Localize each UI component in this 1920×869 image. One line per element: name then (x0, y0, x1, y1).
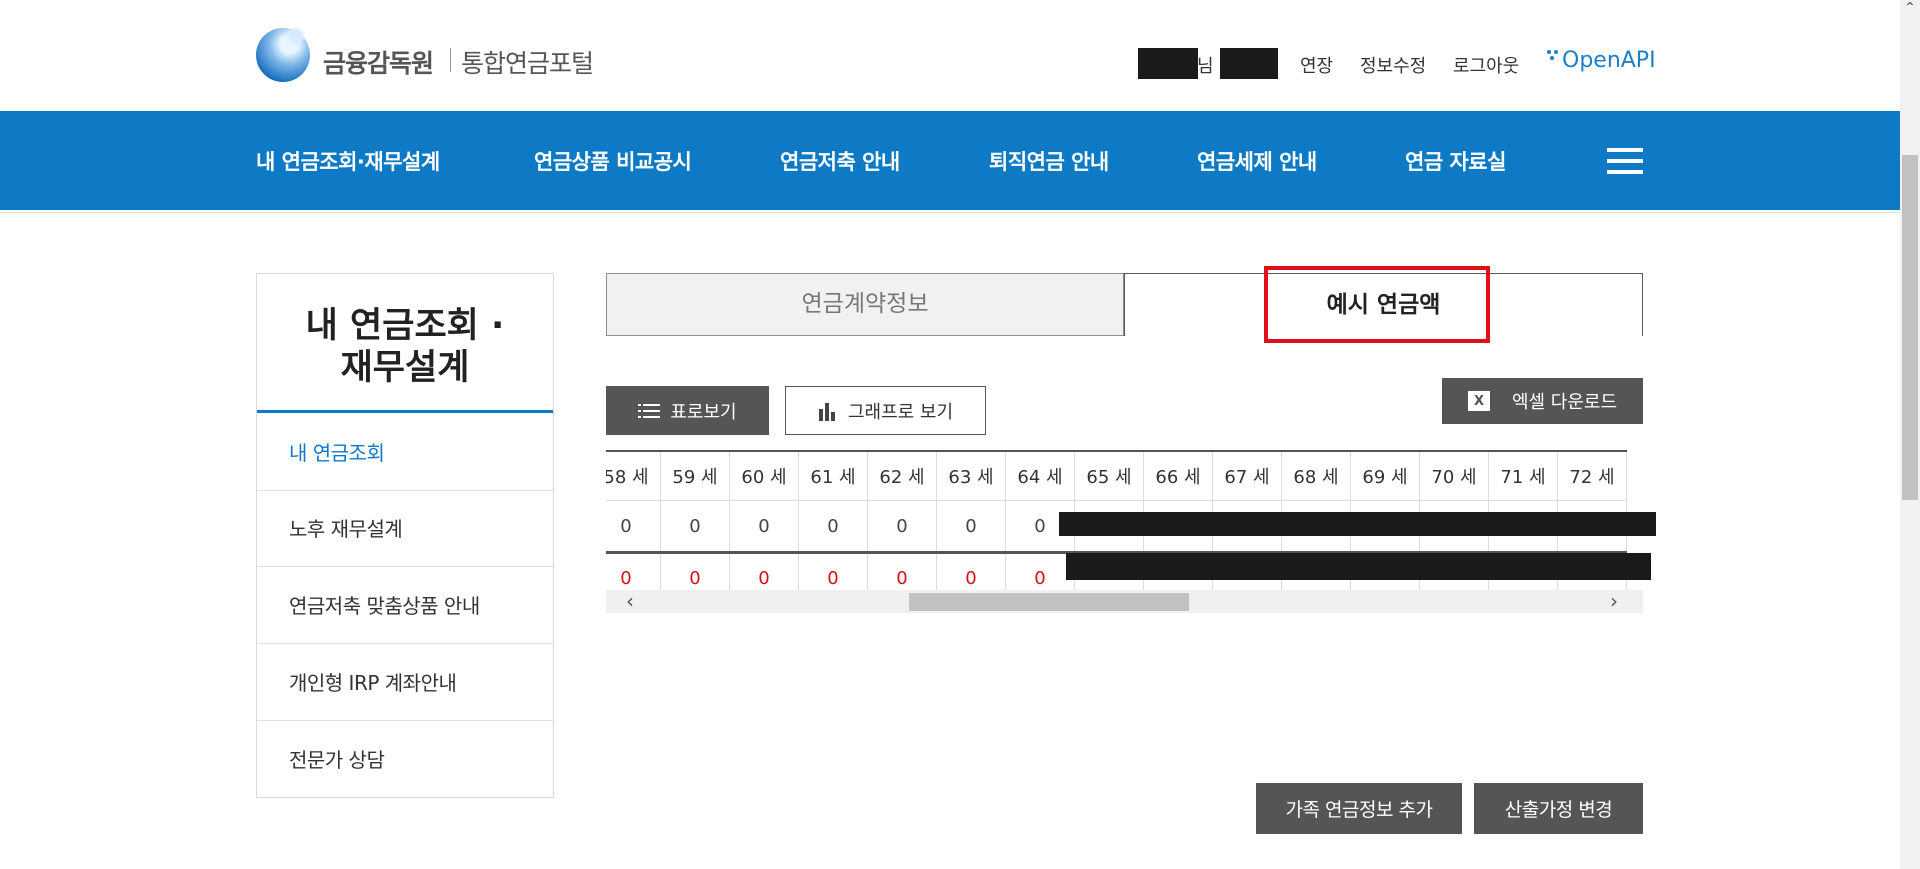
table-cell: 0 (729, 500, 799, 554)
sidebar-title: 내 연금조회 · 재무설계 (256, 305, 554, 389)
table-cell: 0 (867, 500, 937, 554)
scroll-up-icon[interactable]: ⌃ (1900, 0, 1920, 18)
change-assumption-button[interactable]: 산출가정 변경 (1474, 783, 1643, 834)
graph-view-button[interactable]: 그래프로 보기 (785, 386, 986, 435)
table-cell: 0 (936, 500, 1006, 554)
logo-title[interactable]: 금융감독원 (323, 44, 434, 80)
table-header-cell: 72 세 (1557, 450, 1627, 501)
table-header-cell: 59 세 (660, 450, 730, 501)
table-header-cell: 61 세 (798, 450, 868, 501)
table-header-cell: 60 세 (729, 450, 799, 501)
redacted-values-row2 (1066, 553, 1651, 580)
sidebar-title-line2: 재무설계 (340, 348, 470, 388)
bar-chart-icon (818, 402, 835, 421)
nav-retirement-guide[interactable]: 퇴직연금 안내 (989, 146, 1109, 176)
table-header-cell: 71 세 (1488, 450, 1558, 501)
excel-download-label: 엑셀 다운로드 (1511, 392, 1618, 413)
table-header-cell: 69 세 (1350, 450, 1420, 501)
fss-logo-icon[interactable] (256, 26, 310, 82)
sidebar-item-retirement-planning[interactable]: 노후 재무설계 (257, 491, 553, 567)
extend-session-link[interactable]: 연장 (1300, 52, 1333, 78)
nav-product-compare[interactable]: 연금상품 비교공시 (534, 146, 692, 176)
table-header-cell: 66 세 (1143, 450, 1213, 501)
add-family-pension-button[interactable]: 가족 연금정보 추가 (1256, 783, 1462, 834)
menu-icon[interactable] (1607, 148, 1643, 174)
nav-pension-inquiry[interactable]: 내 연금조회·재무설계 (256, 146, 440, 176)
logo-subtitle[interactable]: 통합연금포털 (461, 44, 594, 80)
nav-tax-guide[interactable]: 연금세제 안내 (1197, 146, 1317, 176)
table-view-label: 표로보기 (670, 401, 737, 423)
table-header-cell: 68 세 (1281, 450, 1351, 501)
table-header-cell: 70 세 (1419, 450, 1489, 501)
sidebar-item-irp[interactable]: 개인형 IRP 계좌안내 (257, 645, 553, 721)
scroll-right-icon[interactable]: › (1610, 590, 1618, 613)
table-header-row: 58 세 59 세 60 세 61 세 62 세 63 세 64 세 65 세 66 세 67 세… (606, 450, 1627, 501)
table-header-cell: 67 세 (1212, 450, 1282, 501)
sidebar-item-consulting[interactable]: 전문가 상담 (257, 722, 553, 798)
sidebar-title-line1: 내 연금조회 · (305, 306, 505, 346)
table-header-cell: 58 세 (606, 450, 661, 501)
table-cell: 0 (798, 500, 868, 554)
openapi-icon (1547, 50, 1558, 60)
divider (0, 212, 1900, 213)
redacted-username (1138, 48, 1198, 79)
logout-link[interactable]: 로그아웃 (1453, 52, 1519, 78)
table-cell: 0 (606, 500, 661, 554)
nav-savings-guide[interactable]: 연금저축 안내 (780, 146, 900, 176)
sidebar-title-underline (257, 410, 553, 413)
user-suffix: 님 (1197, 56, 1214, 77)
redacted-username-2 (1220, 48, 1278, 79)
page-scrollbar-thumb[interactable] (1902, 155, 1918, 500)
logo-divider (450, 48, 451, 72)
openapi-link[interactable]: OpenAPI (1562, 48, 1656, 73)
excel-icon: X (1467, 391, 1490, 411)
table-header-cell: 63 세 (936, 450, 1006, 501)
excel-download-button[interactable]: X 엑셀 다운로드 (1442, 378, 1643, 424)
highlight-box (1264, 266, 1490, 343)
graph-view-label: 그래프로 보기 (847, 401, 954, 423)
list-icon (638, 403, 661, 418)
sidebar-item-my-pension[interactable]: 내 연금조회 (257, 415, 553, 491)
sidebar-item-savings-products[interactable]: 연금저축 맞춤상품 안내 (257, 568, 553, 644)
table-header-cell: 62 세 (867, 450, 937, 501)
redacted-values-row1 (1059, 512, 1656, 536)
tab-contract-info[interactable]: 연금계약정보 (606, 273, 1124, 336)
scrollbar-thumb[interactable] (909, 593, 1189, 611)
table-header-cell: 65 세 (1074, 450, 1144, 501)
edit-profile-link[interactable]: 정보수정 (1360, 52, 1426, 78)
table-header-cell: 64 세 (1005, 450, 1075, 501)
table-view-button[interactable]: 표로보기 (606, 386, 769, 435)
table-cell: 0 (660, 500, 730, 554)
scroll-left-icon[interactable]: ‹ (626, 590, 634, 613)
nav-archive[interactable]: 연금 자료실 (1405, 146, 1506, 176)
